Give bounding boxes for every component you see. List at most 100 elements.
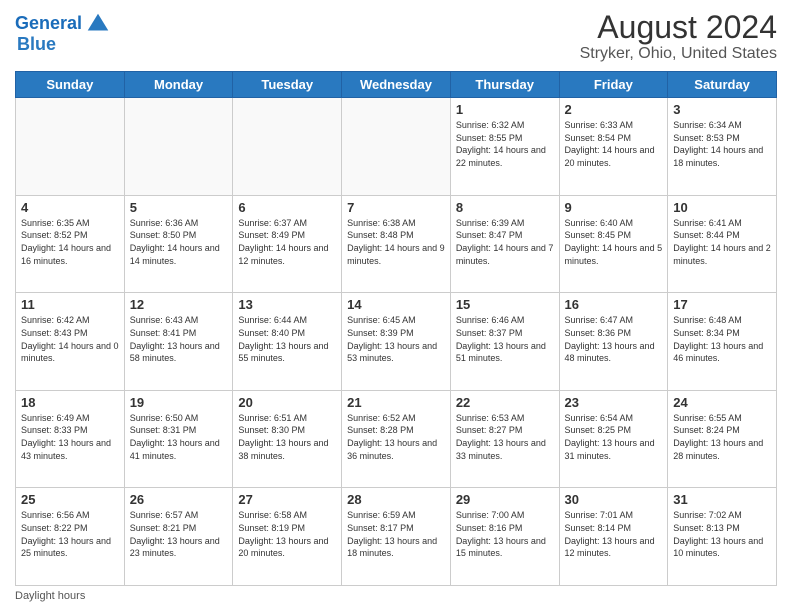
table-row: 15 Sunrise: 6:46 AM Sunset: 8:37 PM Dayli… (450, 293, 559, 391)
table-row: 28Sunrise: 6:59 AM Sunset: 8:17 PM Dayli… (342, 488, 451, 586)
table-row: 4Sunrise: 6:35 AM Sunset: 8:52 PM Daylig… (16, 195, 125, 293)
calendar-body: 1 Sunrise: 6:32 AM Sunset: 8:55 PM Daylig… (16, 98, 777, 586)
table-row: 18 Sunrise: 6:49 AM Sunset: 8:33 PM Dayli… (16, 390, 125, 488)
day-info: Sunrise: 6:40 AM Sunset: 8:45 PM Dayligh… (565, 217, 663, 267)
day-number: 13 (238, 297, 336, 312)
table-row: 9 Sunrise: 6:40 AM Sunset: 8:45 PM Daylig… (559, 195, 668, 293)
day-number: 25 (21, 492, 119, 507)
calendar-table: Sunday Monday Tuesday Wednesday Thursday… (15, 71, 777, 586)
header-tuesday: Tuesday (233, 72, 342, 98)
day-number: 7 (347, 200, 445, 215)
header-friday: Friday (559, 72, 668, 98)
table-row: 22 Sunrise: 6:53 AM Sunset: 8:27 PM Dayli… (450, 390, 559, 488)
table-row: 31Sunrise: 7:02 AM Sunset: 8:13 PM Dayli… (668, 488, 777, 586)
daylight-label: Daylight hours (15, 590, 85, 602)
day-info: Sunrise: 6:39 AM Sunset: 8:47 PM Dayligh… (456, 217, 554, 267)
table-row: 29Sunrise: 7:00 AM Sunset: 8:16 PM Dayli… (450, 488, 559, 586)
table-row: 21 Sunrise: 6:52 AM Sunset: 8:28 PM Dayli… (342, 390, 451, 488)
day-number: 3 (673, 102, 771, 117)
day-info: Sunrise: 6:38 AM Sunset: 8:48 PM Dayligh… (347, 217, 445, 267)
day-info: Sunrise: 6:36 AM Sunset: 8:50 PM Dayligh… (130, 217, 228, 267)
title-block: August 2024 Stryker, Ohio, United States (580, 10, 777, 63)
header-sunday: Sunday (16, 72, 125, 98)
table-row: 2 Sunrise: 6:33 AM Sunset: 8:54 PM Daylig… (559, 98, 668, 196)
calendar-subtitle: Stryker, Ohio, United States (580, 45, 777, 63)
table-row: 23 Sunrise: 6:54 AM Sunset: 8:25 PM Dayli… (559, 390, 668, 488)
calendar-week-row: 18 Sunrise: 6:49 AM Sunset: 8:33 PM Dayli… (16, 390, 777, 488)
table-row: 12Sunrise: 6:43 AM Sunset: 8:41 PM Dayli… (124, 293, 233, 391)
header-wednesday: Wednesday (342, 72, 451, 98)
day-info: Sunrise: 6:54 AM Sunset: 8:25 PM Dayligh… (565, 412, 663, 462)
calendar-title: August 2024 (580, 10, 777, 45)
day-info: Sunrise: 6:51 AM Sunset: 8:30 PM Dayligh… (238, 412, 336, 462)
table-row: 14Sunrise: 6:45 AM Sunset: 8:39 PM Dayli… (342, 293, 451, 391)
day-info: Sunrise: 6:46 AM Sunset: 8:37 PM Dayligh… (456, 314, 554, 364)
day-number: 22 (456, 395, 554, 410)
header-saturday: Saturday (668, 72, 777, 98)
day-number: 2 (565, 102, 663, 117)
day-info: Sunrise: 7:02 AM Sunset: 8:13 PM Dayligh… (673, 509, 771, 559)
calendar-week-row: 1 Sunrise: 6:32 AM Sunset: 8:55 PM Daylig… (16, 98, 777, 196)
table-row: 30Sunrise: 7:01 AM Sunset: 8:14 PM Dayli… (559, 488, 668, 586)
table-row: 20Sunrise: 6:51 AM Sunset: 8:30 PM Dayli… (233, 390, 342, 488)
day-number: 28 (347, 492, 445, 507)
day-number: 10 (673, 200, 771, 215)
day-number: 15 (456, 297, 554, 312)
footer: Daylight hours (15, 590, 777, 602)
day-number: 18 (21, 395, 119, 410)
logo-icon (84, 10, 112, 38)
day-number: 21 (347, 395, 445, 410)
day-info: Sunrise: 6:43 AM Sunset: 8:41 PM Dayligh… (130, 314, 228, 364)
day-info: Sunrise: 6:56 AM Sunset: 8:22 PM Dayligh… (21, 509, 119, 559)
table-row: 26 Sunrise: 6:57 AM Sunset: 8:21 PM Dayli… (124, 488, 233, 586)
day-number: 11 (21, 297, 119, 312)
table-row: 7 Sunrise: 6:38 AM Sunset: 8:48 PM Daylig… (342, 195, 451, 293)
day-info: Sunrise: 6:49 AM Sunset: 8:33 PM Dayligh… (21, 412, 119, 462)
table-row (342, 98, 451, 196)
logo-text: General (15, 14, 82, 34)
day-number: 1 (456, 102, 554, 117)
table-row: 5Sunrise: 6:36 AM Sunset: 8:50 PM Daylig… (124, 195, 233, 293)
header-monday: Monday (124, 72, 233, 98)
day-info: Sunrise: 7:00 AM Sunset: 8:16 PM Dayligh… (456, 509, 554, 559)
table-row: 24 Sunrise: 6:55 AM Sunset: 8:24 PM Dayli… (668, 390, 777, 488)
table-row: 16Sunrise: 6:47 AM Sunset: 8:36 PM Dayli… (559, 293, 668, 391)
day-number: 26 (130, 492, 228, 507)
calendar-week-row: 25 Sunrise: 6:56 AM Sunset: 8:22 PM Dayli… (16, 488, 777, 586)
day-info: Sunrise: 6:53 AM Sunset: 8:27 PM Dayligh… (456, 412, 554, 462)
day-info: Sunrise: 6:33 AM Sunset: 8:54 PM Dayligh… (565, 119, 663, 169)
table-row: 6Sunrise: 6:37 AM Sunset: 8:49 PM Daylig… (233, 195, 342, 293)
day-info: Sunrise: 6:35 AM Sunset: 8:52 PM Dayligh… (21, 217, 119, 267)
day-number: 19 (130, 395, 228, 410)
logo: General Blue (15, 10, 112, 55)
table-row: 10Sunrise: 6:41 AM Sunset: 8:44 PM Dayli… (668, 195, 777, 293)
day-number: 9 (565, 200, 663, 215)
day-info: Sunrise: 6:48 AM Sunset: 8:34 PM Dayligh… (673, 314, 771, 364)
header-thursday: Thursday (450, 72, 559, 98)
day-number: 27 (238, 492, 336, 507)
day-info: Sunrise: 6:32 AM Sunset: 8:55 PM Dayligh… (456, 119, 554, 169)
day-info: Sunrise: 6:50 AM Sunset: 8:31 PM Dayligh… (130, 412, 228, 462)
day-number: 17 (673, 297, 771, 312)
day-info: Sunrise: 6:57 AM Sunset: 8:21 PM Dayligh… (130, 509, 228, 559)
day-number: 16 (565, 297, 663, 312)
day-info: Sunrise: 6:42 AM Sunset: 8:43 PM Dayligh… (21, 314, 119, 364)
calendar-week-row: 11 Sunrise: 6:42 AM Sunset: 8:43 PM Dayli… (16, 293, 777, 391)
table-row: 25 Sunrise: 6:56 AM Sunset: 8:22 PM Dayli… (16, 488, 125, 586)
day-info: Sunrise: 6:58 AM Sunset: 8:19 PM Dayligh… (238, 509, 336, 559)
day-number: 6 (238, 200, 336, 215)
day-info: Sunrise: 6:55 AM Sunset: 8:24 PM Dayligh… (673, 412, 771, 462)
day-info: Sunrise: 6:34 AM Sunset: 8:53 PM Dayligh… (673, 119, 771, 169)
table-row (16, 98, 125, 196)
day-number: 24 (673, 395, 771, 410)
day-info: Sunrise: 6:52 AM Sunset: 8:28 PM Dayligh… (347, 412, 445, 462)
table-row: 27 Sunrise: 6:58 AM Sunset: 8:19 PM Dayli… (233, 488, 342, 586)
page: General Blue August 2024 Stryker, Ohio, … (0, 0, 792, 612)
table-row: 17 Sunrise: 6:48 AM Sunset: 8:34 PM Dayli… (668, 293, 777, 391)
table-row: 11 Sunrise: 6:42 AM Sunset: 8:43 PM Dayli… (16, 293, 125, 391)
day-info: Sunrise: 6:45 AM Sunset: 8:39 PM Dayligh… (347, 314, 445, 364)
table-row (124, 98, 233, 196)
table-row: 8 Sunrise: 6:39 AM Sunset: 8:47 PM Daylig… (450, 195, 559, 293)
day-number: 8 (456, 200, 554, 215)
day-number: 23 (565, 395, 663, 410)
